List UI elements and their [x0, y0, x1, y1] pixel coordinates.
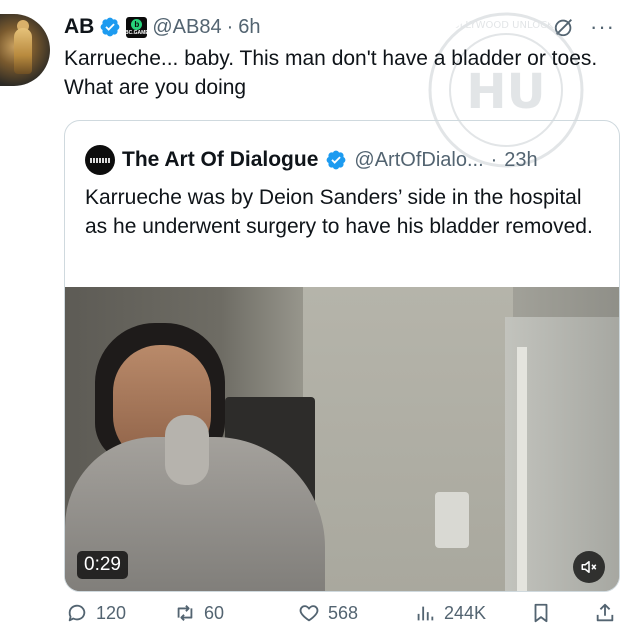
quote-header: The Art Of Dialogue @ArtOfDialo... · 23h [85, 145, 538, 175]
views-icon [417, 606, 434, 621]
share-button[interactable] [594, 602, 616, 624]
like-button[interactable]: 568 [298, 602, 358, 624]
svg-text:HOLLYWOOD UNLOCKED: HOLLYWOOD UNLOCKED [444, 20, 568, 31]
quote-author-handle[interactable]: @ArtOfDialo... [354, 149, 483, 172]
repost-icon [177, 605, 193, 621]
more-icon[interactable]: ··· [590, 14, 615, 40]
reply-icon [68, 604, 86, 622]
video-duration: 0:29 [77, 551, 128, 579]
tweet-text: Karrueche... baby. This man don't have a… [64, 47, 598, 99]
author-name[interactable]: AB [64, 15, 94, 39]
views-count: 244K [444, 602, 487, 623]
tweet-time[interactable]: 6h [238, 16, 260, 39]
like-count: 568 [328, 602, 359, 623]
mute-icon[interactable] [573, 551, 605, 583]
bookmark-icon [534, 603, 548, 623]
repost-button[interactable]: 60 [174, 602, 224, 624]
separator-dot: · [226, 15, 234, 38]
share-icon [596, 603, 614, 622]
separator-dot: · [490, 148, 498, 171]
action-bar: 120 60 568 244K [64, 602, 620, 630]
reply-button[interactable]: 120 [66, 602, 126, 624]
verified-icon [327, 150, 346, 170]
verified-icon [100, 17, 120, 37]
reply-count: 120 [96, 602, 127, 623]
repost-count: 60 [204, 602, 225, 623]
author-handle[interactable]: @AB84 [152, 16, 221, 39]
video-player[interactable]: 0:29 [65, 287, 619, 591]
quote-author-avatar[interactable] [85, 145, 115, 175]
tweet-header: AB b BC.GAME @AB84 · 6h [64, 14, 261, 40]
quote-author-name[interactable]: The Art Of Dialogue [122, 148, 318, 172]
author-avatar[interactable] [0, 14, 50, 86]
quoted-tweet[interactable]: The Art Of Dialogue @ArtOfDialo... · 23h K… [64, 120, 620, 592]
like-icon [299, 605, 319, 622]
bookmark-button[interactable] [530, 602, 552, 624]
bcgame-badge-icon[interactable]: b BC.GAME [125, 16, 149, 38]
views-button[interactable]: 244K [414, 602, 486, 624]
quote-time[interactable]: 23h [504, 149, 537, 172]
quote-text: Karrueche was by Deion Sanders’ side in … [85, 186, 593, 238]
